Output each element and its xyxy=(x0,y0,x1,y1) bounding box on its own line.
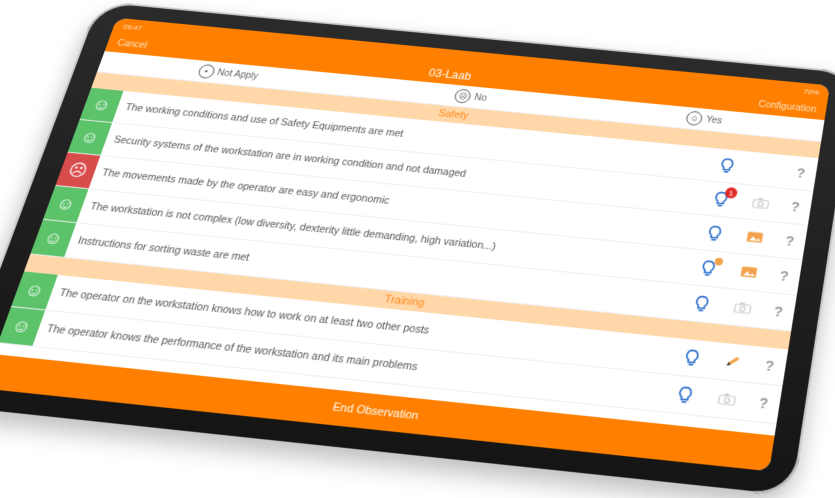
sad-face-icon[interactable]: ☹ xyxy=(55,152,101,189)
cancel-button[interactable]: Cancel xyxy=(116,38,148,50)
sad-face-icon: ☹ xyxy=(453,88,473,104)
row-actions: ? xyxy=(663,384,781,414)
lightbulb-icon[interactable]: 1 xyxy=(710,186,739,208)
legend-no: ☹ No xyxy=(453,88,489,105)
help-icon[interactable]: ? xyxy=(773,303,784,319)
happy-face-icon[interactable]: ☺ xyxy=(30,219,77,257)
lightbulb-icon[interactable] xyxy=(704,224,725,243)
configuration-button[interactable]: Configuration xyxy=(758,99,817,114)
camera-icon[interactable] xyxy=(716,391,737,407)
neutral-face-icon: • xyxy=(196,63,216,79)
pencil-icon[interactable] xyxy=(723,354,744,370)
legend-yes: ☺ Yes xyxy=(685,110,723,128)
help-icon[interactable]: ? xyxy=(790,199,801,215)
status-time: 09:47 xyxy=(122,22,144,32)
lightbulb-icon[interactable] xyxy=(691,294,713,313)
help-icon[interactable]: ? xyxy=(796,165,807,180)
lightbulb-icon[interactable] xyxy=(717,157,738,175)
help-icon[interactable]: ? xyxy=(764,357,776,374)
empty-media-slot xyxy=(756,162,776,176)
happy-face-icon[interactable]: ☺ xyxy=(79,87,124,123)
status-battery: 70% xyxy=(802,86,820,97)
notification-badge xyxy=(713,257,724,266)
page-title: 03-Laab xyxy=(427,66,473,83)
row-actions: ? xyxy=(687,257,801,286)
tablet-device: 09:47 70% Cancel 03-Laab Configuration •… xyxy=(0,0,835,498)
help-icon[interactable]: ? xyxy=(758,395,770,412)
camera-icon[interactable] xyxy=(732,300,753,315)
legend-not-apply: • Not Apply xyxy=(196,63,260,83)
row-actions: ? xyxy=(680,293,796,322)
lightbulb-icon[interactable] xyxy=(698,257,724,278)
row-actions: 1? xyxy=(700,186,812,216)
notification-badge: 1 xyxy=(724,186,739,199)
camera-icon[interactable] xyxy=(750,196,770,211)
lightbulb-icon[interactable] xyxy=(681,348,703,368)
lightbulb-icon[interactable] xyxy=(674,385,696,405)
happy-face-icon[interactable]: ☺ xyxy=(11,271,58,310)
end-observation-label: End Observation xyxy=(331,401,420,423)
photo-icon[interactable] xyxy=(738,265,759,280)
happy-face-icon: ☺ xyxy=(685,110,704,127)
row-actions: ? xyxy=(706,156,817,183)
photo-icon[interactable] xyxy=(744,230,764,245)
happy-face-icon[interactable]: ☺ xyxy=(43,185,89,223)
app-screen: 09:47 70% Cancel 03-Laab Configuration •… xyxy=(0,17,830,472)
happy-face-icon[interactable]: ☺ xyxy=(67,119,113,155)
help-icon[interactable]: ? xyxy=(784,233,795,249)
help-icon[interactable]: ? xyxy=(779,268,790,284)
row-actions: ? xyxy=(693,223,806,251)
row-actions: ? xyxy=(670,347,787,377)
